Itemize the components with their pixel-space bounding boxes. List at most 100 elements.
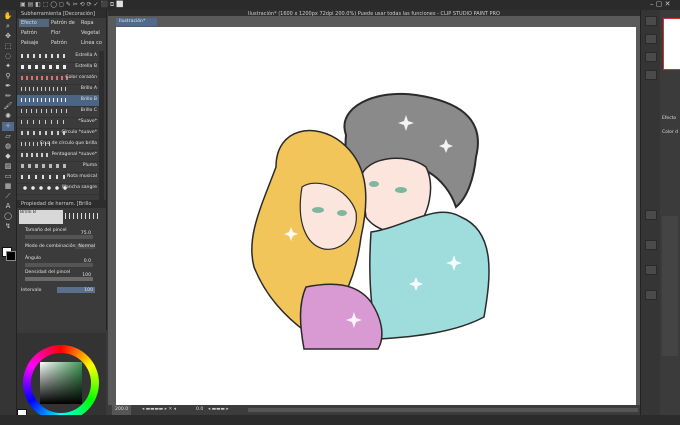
tab-effect[interactable]: Efecto xyxy=(19,19,49,27)
brush-item[interactable]: Color corazón xyxy=(17,73,99,85)
tab-flower[interactable]: Flor xyxy=(49,29,79,37)
pen-icon[interactable]: ✒ xyxy=(2,82,14,91)
effect-label: Efecto xyxy=(662,116,677,121)
angle-value[interactable]: 0.0 xyxy=(75,259,91,264)
girl-eye-right xyxy=(337,210,347,216)
blend-mode-label: Modo de combinación xyxy=(25,244,76,249)
canvas-paper[interactable] xyxy=(116,27,636,409)
toolbar-icons[interactable]: ▣ ▤ ◧ ⬚ ◯ ◻ ✎ ✂ ⟲ ⟳ ✓ ⬛ ⧉ ⬜ xyxy=(20,1,124,9)
blend-icon[interactable]: ◍ xyxy=(2,142,14,151)
eye-icon[interactable] xyxy=(645,265,657,275)
info-icon[interactable] xyxy=(645,52,657,62)
brush-item[interactable]: Cruz de círculo que brilla xyxy=(17,139,99,151)
brush-preview xyxy=(21,109,69,113)
brush-name: Cruz de círculo que brilla xyxy=(39,141,97,146)
brush-preview xyxy=(21,98,69,102)
brush-item[interactable]: Estrella B xyxy=(17,62,99,74)
move-icon[interactable]: ✥ xyxy=(2,32,14,41)
tab-pattern-a[interactable]: Patrón de xyxy=(49,19,79,27)
brush-preview xyxy=(21,54,69,58)
pencil-icon[interactable]: ✏ xyxy=(2,92,14,101)
horizontal-scrollbar[interactable] xyxy=(248,408,638,412)
navigator-thumbnail[interactable] xyxy=(663,18,680,70)
brush-preview xyxy=(21,65,69,69)
rotation-value[interactable]: 0.0 xyxy=(196,405,203,415)
text-icon[interactable]: A xyxy=(2,202,14,211)
hand-icon[interactable]: ✋ xyxy=(2,12,14,21)
decoration-icon[interactable]: ✧ xyxy=(2,122,14,131)
line-fix-icon[interactable]: ↯ xyxy=(2,222,14,231)
gradient-icon[interactable]: ▨ xyxy=(2,162,14,171)
tab-landscape[interactable]: Paisaje xyxy=(19,39,49,47)
brush-name: Brillo A xyxy=(80,86,97,91)
brush-size-value[interactable]: 75.0 xyxy=(73,231,91,236)
density-label: Densidad del pincel xyxy=(25,270,71,275)
brush-item[interactable]: Brillo C xyxy=(17,106,99,118)
frame-icon[interactable]: ▦ xyxy=(2,182,14,191)
brush-name: Brillo C xyxy=(80,108,97,113)
eye-icon[interactable] xyxy=(645,240,657,250)
eraser-icon[interactable]: ▱ xyxy=(2,132,14,141)
zoom-icon[interactable]: ⌕ xyxy=(2,22,14,31)
sub-color-swatch[interactable] xyxy=(6,251,16,261)
ruler-icon[interactable]: ⟋ xyxy=(2,192,14,201)
saturation-value-square[interactable] xyxy=(40,362,82,404)
eye-icon[interactable] xyxy=(645,290,657,300)
tab-plant[interactable]: Vegetal xyxy=(79,29,106,37)
wand-icon[interactable]: ✦ xyxy=(2,62,14,71)
document-tab[interactable]: Ilustración* xyxy=(116,18,157,26)
sub-tool-title: Subherramienta [Decoración] xyxy=(17,10,106,18)
window-controls[interactable]: – ▢ ✕ xyxy=(650,0,670,8)
tab-line[interactable]: Línea co xyxy=(79,39,106,47)
zoom-value[interactable]: 200.0 xyxy=(112,405,132,415)
subview-icon[interactable] xyxy=(645,34,657,44)
rotation-controls[interactable]: ◂ ▬▬▬ ▸ xyxy=(208,405,229,415)
brush-preview xyxy=(21,153,51,157)
right-icon-column xyxy=(640,10,661,425)
preview-label: Brillo B xyxy=(20,210,36,215)
tool-property-panel: Propiedad de herram. [Brillo Brillo B Ta… xyxy=(17,200,107,330)
girl-top xyxy=(299,283,383,350)
material-icon[interactable] xyxy=(645,70,657,80)
airbrush-icon[interactable]: ✺ xyxy=(2,112,14,121)
boy-hoodie xyxy=(369,211,490,340)
brush-item[interactable]: Mancha sangre xyxy=(17,183,99,195)
eyedropper-icon[interactable]: ⚲ xyxy=(2,72,14,81)
brush-name: Brillo B xyxy=(80,97,97,102)
tab-pattern-b[interactable]: Patrón xyxy=(19,29,49,37)
figure-icon[interactable]: ▭ xyxy=(2,172,14,181)
brush-icon[interactable]: 🖌 xyxy=(2,102,14,111)
sub-tool-tabs-row-1: Efecto Patrón de Ropa xyxy=(17,19,106,28)
brush-item-selected[interactable]: Brillo B xyxy=(17,95,99,107)
preview-stroke xyxy=(65,213,101,219)
boy-eye-left xyxy=(369,181,379,187)
brush-item[interactable]: Nota musical xyxy=(17,172,99,184)
layer-list[interactable] xyxy=(662,216,678,356)
brush-item[interactable]: *Suave* xyxy=(17,117,99,129)
brush-name: Mancha sangre xyxy=(61,185,97,190)
angle-label: Ángulo xyxy=(25,256,41,261)
select-icon[interactable]: ⬚ xyxy=(2,42,14,51)
tool-column: ✋ ⌕ ✥ ⬚ ◌ ✦ ⚲ ✒ ✏ 🖌 ✺ ✧ ▱ ◍ ◆ ▨ ▭ ▦ ⟋ A … xyxy=(0,10,17,425)
brush-item[interactable]: Círculo *suave* xyxy=(17,128,99,140)
tab-clothes[interactable]: Ropa xyxy=(79,19,106,27)
brush-item[interactable]: Pluma xyxy=(17,161,99,173)
brush-name: Círculo *suave* xyxy=(61,130,97,135)
brush-name: Color corazón xyxy=(65,75,97,80)
fill-icon[interactable]: ◆ xyxy=(2,152,14,161)
lasso-icon[interactable]: ◌ xyxy=(2,52,14,61)
navigator-icon[interactable] xyxy=(645,16,657,26)
brush-preview xyxy=(21,164,69,168)
brush-item[interactable]: Pentagonal *suave* xyxy=(17,150,99,162)
layer-icon[interactable] xyxy=(645,210,657,220)
interval-value[interactable]: 100 xyxy=(79,288,93,293)
boy-eye-right xyxy=(395,187,407,193)
blend-mode-select[interactable]: Normal xyxy=(75,244,95,249)
zoom-controls[interactable]: ◂ ▬▬▬▬ ▸ ✕ ◂ xyxy=(142,405,176,415)
brush-item[interactable]: Brillo A xyxy=(17,84,99,96)
density-value[interactable]: 100 xyxy=(75,273,91,278)
sub-tool-scrollbar[interactable] xyxy=(99,51,104,201)
tab-pattern-c[interactable]: Patrón xyxy=(49,39,79,47)
balloon-icon[interactable]: ◯ xyxy=(2,212,14,221)
brush-item[interactable]: Estrella A xyxy=(17,51,99,63)
